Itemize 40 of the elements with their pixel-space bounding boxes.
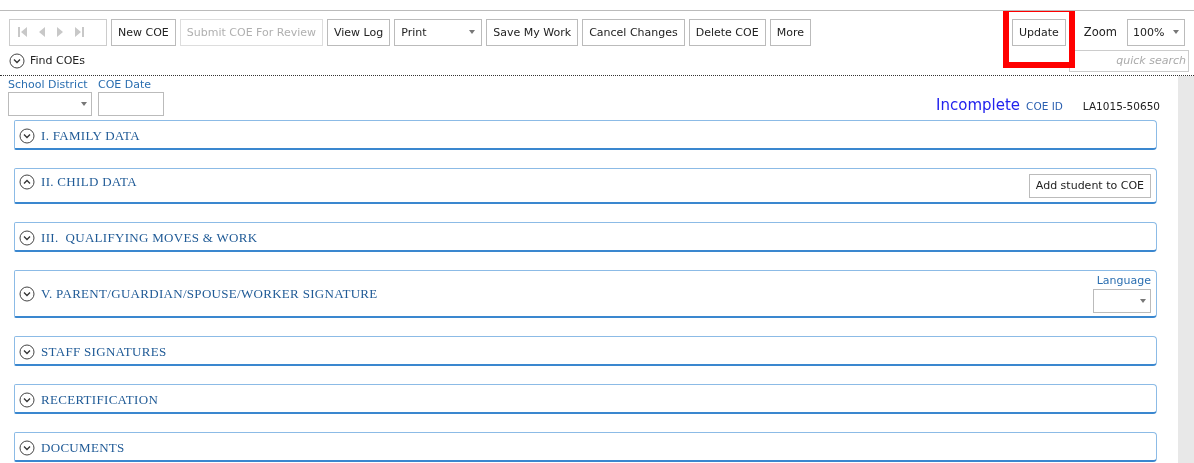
scrollbar[interactable] — [1178, 76, 1194, 463]
find-coes-label[interactable]: Find COEs — [30, 54, 86, 67]
date-field[interactable] — [98, 92, 164, 116]
coe-id-value: LA1015-50650 — [1082, 100, 1160, 112]
caret-icon — [1173, 30, 1179, 34]
print-select[interactable]: Print — [394, 18, 483, 46]
status-text: Incomplete — [936, 96, 1021, 114]
update-button[interactable]: Update — [1012, 18, 1066, 46]
toolbar-button[interactable]: Save My Work — [486, 18, 579, 46]
section-title[interactable]: II. CHILD DATA — [41, 174, 137, 190]
toolbar-button[interactable]: View Log — [327, 18, 391, 46]
section-title[interactable]: STAFF SIGNATURES — [41, 344, 167, 360]
toolbar-button[interactable]: More — [769, 18, 811, 46]
section-title[interactable]: DOCUMENTS — [41, 440, 125, 456]
coe-id-label: COE ID — [1026, 100, 1063, 112]
toolbar-button[interactable]: Delete COE — [688, 18, 766, 46]
expand-icon[interactable] — [19, 286, 35, 302]
zoom-label: Zoom — [1083, 25, 1117, 39]
field-label: COE Date — [98, 78, 153, 91]
expand-icon[interactable] — [19, 440, 35, 456]
caret-icon — [469, 30, 476, 34]
section-title[interactable]: V. PARENT/GUARDIAN/SPOUSE/WORKER SIGNATURE — [41, 286, 378, 302]
caret-icon — [81, 102, 87, 106]
field-label: School District — [8, 78, 89, 91]
caret-icon — [1140, 299, 1146, 303]
toolbar-button[interactable]: Cancel Changes — [582, 18, 685, 46]
section-title[interactable]: III. QUALIFYING MOVES & WORK — [41, 230, 258, 246]
expand-icon[interactable] — [19, 344, 35, 360]
expand-icon[interactable] — [19, 230, 35, 246]
add-student-button[interactable]: Add student to COE — [1028, 173, 1151, 198]
zoom-select[interactable]: 100% — [1127, 18, 1185, 46]
quick-search-field[interactable]: quick search — [1069, 49, 1189, 72]
language-label: Language — [1096, 274, 1151, 287]
expand-icon[interactable] — [19, 392, 35, 408]
collapse-icon[interactable] — [19, 174, 35, 190]
expand-icon[interactable] — [9, 52, 25, 69]
expand-icon[interactable] — [19, 128, 35, 144]
toolbar-button[interactable]: New COE — [111, 18, 176, 46]
section-title[interactable]: RECERTIFICATION — [41, 392, 159, 408]
section-title[interactable]: I. FAMILY DATA — [41, 128, 140, 144]
